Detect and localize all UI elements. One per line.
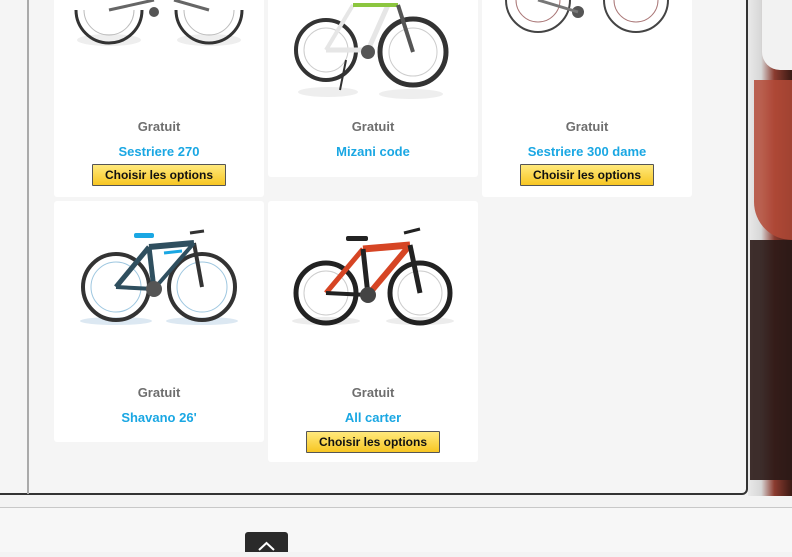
product-card: Gratuit Sestriere 270 Choisir les option… xyxy=(54,0,264,197)
back-to-top-button[interactable] xyxy=(245,532,288,552)
product-price: Gratuit xyxy=(351,119,395,134)
product-image[interactable] xyxy=(54,219,264,329)
choose-options-button[interactable]: Choisir les options xyxy=(520,164,654,186)
product-image[interactable] xyxy=(268,219,478,329)
footer xyxy=(0,508,792,552)
product-price: Gratuit xyxy=(565,119,609,134)
product-name-link[interactable]: All carter xyxy=(268,410,478,425)
product-card: Gratuit Sestriere 300 dame Choisir les o… xyxy=(482,0,692,197)
product-card: Gratuit All carter Choisir les options xyxy=(268,201,478,462)
panel-divider xyxy=(27,0,29,494)
product-name-link[interactable]: Shavano 26' xyxy=(54,410,264,425)
product-card: Gratuit Mizani code xyxy=(268,0,478,177)
product-price: Gratuit xyxy=(137,119,181,134)
product-name-link[interactable]: Sestriere 300 dame xyxy=(482,144,692,159)
background-photo xyxy=(748,0,792,496)
chevron-up-icon xyxy=(258,541,275,551)
choose-options-button[interactable]: Choisir les options xyxy=(92,164,226,186)
product-name-link[interactable]: Mizani code xyxy=(268,144,478,159)
product-image[interactable] xyxy=(268,0,478,102)
product-image[interactable] xyxy=(54,0,264,70)
product-price: Gratuit xyxy=(137,385,181,400)
choose-options-button[interactable]: Choisir les options xyxy=(306,431,440,453)
product-price: Gratuit xyxy=(351,385,395,400)
product-image[interactable] xyxy=(482,0,692,50)
product-card: Gratuit Shavano 26' xyxy=(54,201,264,442)
product-name-link[interactable]: Sestriere 270 xyxy=(54,144,264,159)
